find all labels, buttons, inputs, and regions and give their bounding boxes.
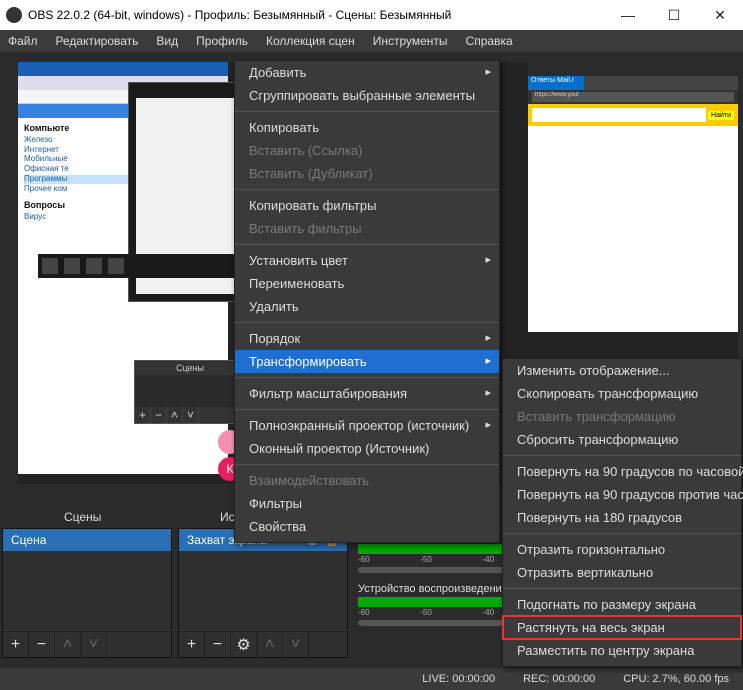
transform-submenu-item[interactable]: Сбросить трансформацию bbox=[503, 428, 741, 451]
transform-submenu-item[interactable]: Отразить вертикально bbox=[503, 561, 741, 584]
menu-separator bbox=[503, 533, 741, 534]
context-menu: ДобавитьСгруппировать выбранные элементы… bbox=[234, 60, 500, 543]
menu-separator bbox=[235, 189, 499, 190]
context-menu-item[interactable]: Порядок bbox=[235, 327, 499, 350]
preview-source-browser2: Ответы Mail.r https://www.yout Найти bbox=[528, 62, 738, 332]
menu-view[interactable]: Вид bbox=[156, 34, 178, 48]
context-menu-item[interactable]: Переименовать bbox=[235, 272, 499, 295]
menu-profile[interactable]: Профиль bbox=[196, 34, 248, 48]
context-menu-item[interactable]: Оконный проектор (Источник) bbox=[235, 437, 499, 460]
scene-down-button[interactable]: ˅ bbox=[81, 632, 107, 658]
scene-remove-button[interactable]: − bbox=[29, 632, 55, 658]
statusbar: LIVE: 00:00:00 REC: 00:00:00 CPU: 2.7%, … bbox=[0, 668, 743, 690]
source-add-button[interactable]: + bbox=[179, 632, 205, 658]
status-rec: REC: 00:00:00 bbox=[523, 673, 595, 685]
source-remove-button[interactable]: − bbox=[205, 632, 231, 658]
transform-submenu-item[interactable]: Повернуть на 90 градусов против часов bbox=[503, 483, 741, 506]
menu-tools[interactable]: Инструменты bbox=[373, 34, 448, 48]
context-menu-item[interactable]: Удалить bbox=[235, 295, 499, 318]
sources-dock: Захват экрана 👁🔒 + − ⚙ ˄ ˅ bbox=[178, 528, 348, 658]
menu-scenecollection[interactable]: Коллекция сцен bbox=[266, 34, 355, 48]
menu-file[interactable]: Файл bbox=[8, 34, 38, 48]
transform-submenu-item[interactable]: Отразить горизонтально bbox=[503, 538, 741, 561]
scene-item[interactable]: Сцена bbox=[3, 529, 171, 551]
context-menu-item[interactable]: Трансформировать bbox=[235, 350, 499, 373]
context-menu-item: Вставить (Дубликат) bbox=[235, 162, 499, 185]
menu-separator bbox=[235, 409, 499, 410]
preview-taskbar bbox=[38, 254, 246, 278]
context-menu-item: Взаимодействовать bbox=[235, 469, 499, 492]
status-live: LIVE: 00:00:00 bbox=[422, 673, 495, 685]
menu-separator bbox=[235, 464, 499, 465]
obs-logo-icon bbox=[6, 7, 22, 23]
transform-submenu-item[interactable]: Скопировать трансформацию bbox=[503, 382, 741, 405]
menu-separator bbox=[503, 588, 741, 589]
source-up-button[interactable]: ˄ bbox=[257, 632, 283, 658]
context-menu-item[interactable]: Копировать фильтры bbox=[235, 194, 499, 217]
context-menu-item: Вставить фильтры bbox=[235, 217, 499, 240]
source-down-button[interactable]: ˅ bbox=[283, 632, 309, 658]
transform-submenu-item: Вставить трансформацию bbox=[503, 405, 741, 428]
transform-submenu-item[interactable]: Разместить по центру экрана bbox=[503, 639, 741, 662]
multiview-scenes-widget: Сцены + − ˄ ˅ bbox=[134, 360, 246, 424]
titlebar: OBS 22.0.2 (64-bit, windows) - Профиль: … bbox=[0, 0, 743, 30]
scene-add-button[interactable]: + bbox=[3, 632, 29, 658]
transform-submenu-item[interactable]: Растянуть на весь экран bbox=[503, 616, 741, 639]
context-menu-item[interactable]: Фильтр масштабирования bbox=[235, 382, 499, 405]
minimize-button[interactable]: — bbox=[605, 0, 651, 30]
mv-add-icon[interactable]: + bbox=[135, 407, 151, 423]
menu-separator bbox=[235, 244, 499, 245]
transform-submenu-item[interactable]: Повернуть на 90 градусов по часовой bbox=[503, 460, 741, 483]
status-cpu: CPU: 2.7%, 60.00 fps bbox=[623, 673, 729, 685]
context-menu-item[interactable]: Фильтры bbox=[235, 492, 499, 515]
menu-edit[interactable]: Редактировать bbox=[56, 34, 139, 48]
mv-up-icon[interactable]: ˄ bbox=[167, 407, 183, 423]
context-menu-item[interactable]: Установить цвет bbox=[235, 249, 499, 272]
menu-separator bbox=[235, 377, 499, 378]
menu-separator bbox=[235, 111, 499, 112]
transform-submenu-item[interactable]: Повернуть на 180 градусов bbox=[503, 506, 741, 529]
menu-separator bbox=[503, 455, 741, 456]
transform-submenu-item[interactable]: Подогнать по размеру экрана bbox=[503, 593, 741, 616]
context-submenu-transform: Изменить отображение...Скопировать транс… bbox=[502, 358, 742, 667]
maximize-button[interactable]: ☐ bbox=[651, 0, 697, 30]
scenes-dock: Сцена + − ˄ ˅ bbox=[2, 528, 172, 658]
context-menu-item[interactable]: Свойства bbox=[235, 515, 499, 538]
context-menu-item[interactable]: Полноэкранный проектор (источник) bbox=[235, 414, 499, 437]
mv-down-icon[interactable]: ˅ bbox=[183, 407, 199, 423]
window-title: OBS 22.0.2 (64-bit, windows) - Профиль: … bbox=[28, 8, 605, 22]
context-menu-item[interactable]: Добавить bbox=[235, 61, 499, 84]
menubar: Файл Редактировать Вид Профиль Коллекция… bbox=[0, 30, 743, 52]
scene-up-button[interactable]: ˄ bbox=[55, 632, 81, 658]
context-menu-item[interactable]: Копировать bbox=[235, 116, 499, 139]
mv-remove-icon[interactable]: − bbox=[151, 407, 167, 423]
source-settings-button[interactable]: ⚙ bbox=[231, 632, 257, 658]
context-menu-item: Вставить (Ссылка) bbox=[235, 139, 499, 162]
context-menu-item[interactable]: Сгруппировать выбранные элементы bbox=[235, 84, 499, 107]
menu-separator bbox=[235, 322, 499, 323]
transform-submenu-item[interactable]: Изменить отображение... bbox=[503, 359, 741, 382]
dock-scenes-label: Сцены bbox=[64, 510, 101, 524]
close-button[interactable]: ✕ bbox=[697, 0, 743, 30]
menu-help[interactable]: Справка bbox=[466, 34, 513, 48]
